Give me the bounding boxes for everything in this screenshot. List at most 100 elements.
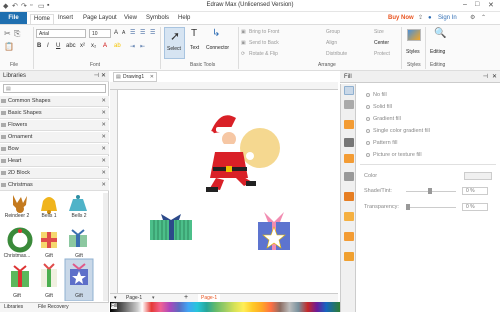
group-button[interactable]: Group <box>326 29 340 35</box>
category-bow[interactable]: Bow ✕ <box>0 144 109 155</box>
close-category-icon[interactable]: ✕ <box>101 96 106 106</box>
font-name-select[interactable]: Arial <box>36 29 86 38</box>
menu-page-layout[interactable]: Page Layout <box>83 14 117 24</box>
transparency-slider[interactable] <box>406 207 456 208</box>
menu-view[interactable]: View <box>124 14 137 24</box>
decrease-font-icon[interactable]: A <box>122 30 125 36</box>
settings-icon[interactable]: ⚙ <box>470 14 475 24</box>
star-gift-shape[interactable] <box>258 212 290 250</box>
category-common-shapes[interactable]: Common Shapes ✕ <box>0 96 109 107</box>
santa-shape[interactable] <box>204 115 280 192</box>
paste-icon[interactable]: 📋 <box>4 42 14 51</box>
close-category-icon[interactable]: ✕ <box>101 108 106 118</box>
cut-icon[interactable]: ✂ <box>4 29 11 38</box>
close-category-icon[interactable]: ✕ <box>101 180 106 190</box>
select-button[interactable]: ➚ Select <box>164 27 185 59</box>
library-scrollbar[interactable] <box>103 193 108 301</box>
fill-option-picture-fill[interactable]: Picture or texture fill <box>366 152 422 158</box>
page-menu-icon[interactable]: ▾ <box>114 294 117 302</box>
highlight-icon[interactable]: ab <box>114 43 121 49</box>
font-size-select[interactable]: 10 <box>89 29 111 38</box>
category-2d-block[interactable]: 2D Block ✕ <box>0 168 109 179</box>
subscript-icon[interactable]: x₂ <box>91 43 96 49</box>
strikethrough-icon[interactable]: abc <box>66 43 76 49</box>
category-basic-shapes[interactable]: Basic Shapes ✕ <box>0 108 109 119</box>
gift-shape-1[interactable] <box>41 232 57 248</box>
shadow-tool-icon[interactable] <box>344 120 354 129</box>
library-search-input[interactable]: ▤ <box>3 84 106 93</box>
buy-now-link[interactable]: Buy Now <box>388 14 414 24</box>
list-icon[interactable]: ☰ <box>150 29 155 36</box>
bold-icon[interactable]: B <box>37 43 41 49</box>
close-category-icon[interactable]: ✕ <box>101 132 106 142</box>
color-palette[interactable] <box>110 302 340 312</box>
pin-icon[interactable]: ⊣ <box>94 71 99 82</box>
menu-home[interactable]: Home <box>30 14 55 24</box>
menu-insert[interactable]: Insert <box>58 14 73 24</box>
center-button[interactable]: Center <box>374 40 389 46</box>
fill-option-no-fill[interactable]: No fill <box>366 92 387 98</box>
gift-shape-3[interactable] <box>11 265 29 287</box>
paragraph-icon[interactable]: ☰ <box>130 29 135 36</box>
add-page-button[interactable]: + <box>184 294 188 302</box>
menu-symbols[interactable]: Symbols <box>146 14 169 24</box>
fill-option-gradient-fill[interactable]: Gradient fill <box>366 116 401 122</box>
close-category-icon[interactable]: ✕ <box>101 168 106 178</box>
fill-tool-icon[interactable] <box>344 86 354 95</box>
distribute-button[interactable]: Distribute <box>326 51 347 57</box>
close-category-icon[interactable]: ✕ <box>101 156 106 166</box>
connector-button[interactable]: Connector <box>206 45 229 51</box>
align-icon[interactable]: ☰ <box>140 29 145 36</box>
collapse-ribbon-icon[interactable]: ⌃ <box>481 14 486 24</box>
image-tool-icon[interactable] <box>344 138 354 147</box>
styles-button[interactable]: Styles <box>406 49 420 55</box>
close-icon[interactable]: ✕ <box>488 1 494 9</box>
category-flowers[interactable]: Flowers ✕ <box>0 120 109 131</box>
close-document-icon[interactable]: ✕ <box>150 73 154 81</box>
fill-option-pattern-fill[interactable]: Pattern fill <box>366 140 397 146</box>
fill-option-single-color-gradient[interactable]: Single color gradient fill <box>366 128 430 134</box>
close-category-icon[interactable]: ✕ <box>101 144 106 154</box>
libraries-tab[interactable]: Libraries <box>4 303 23 312</box>
file-menu[interactable]: File <box>0 12 27 24</box>
close-category-icon[interactable]: ✕ <box>101 120 106 130</box>
font-color-icon[interactable]: A <box>103 43 107 49</box>
green-gift-shape[interactable] <box>150 214 192 240</box>
sign-in-link[interactable]: Sign In <box>438 14 457 24</box>
gift-shape-2[interactable] <box>69 229 87 247</box>
fill-option-solid-fill[interactable]: Solid fill <box>366 104 392 110</box>
gift-shape-4[interactable] <box>41 263 57 287</box>
bring-to-front-button[interactable]: Bring to Front <box>249 29 279 35</box>
comment-icon[interactable] <box>344 252 354 261</box>
outdent-icon[interactable]: ⇤ <box>140 43 145 50</box>
underline-icon[interactable]: U <box>56 43 60 49</box>
editing-button[interactable]: Editing <box>430 49 445 55</box>
shade-tint-input[interactable]: 0 % <box>462 187 488 195</box>
layers-icon[interactable] <box>344 172 354 181</box>
color-picker[interactable] <box>464 172 492 180</box>
italic-icon[interactable]: I <box>47 43 49 49</box>
page-tab[interactable]: Page-1 <box>126 294 142 302</box>
align-button[interactable]: Align <box>326 40 337 46</box>
page-dropdown-icon[interactable]: ▾ <box>152 294 155 302</box>
close-panel-icon[interactable]: ✕ <box>492 71 497 83</box>
minimize-icon[interactable]: – <box>463 1 467 8</box>
share-icon[interactable]: ⇪ <box>418 14 423 24</box>
hyperlink-icon[interactable] <box>344 212 354 221</box>
shade-slider-thumb[interactable] <box>428 188 432 194</box>
shape-data-icon[interactable] <box>344 154 354 163</box>
page-setup-icon[interactable] <box>344 192 354 201</box>
indent-icon[interactable]: ⇥ <box>130 43 135 50</box>
transparency-input[interactable]: 0 % <box>462 203 488 211</box>
maximize-icon[interactable]: □ <box>475 1 479 8</box>
superscript-icon[interactable]: x² <box>80 43 85 49</box>
category-heart[interactable]: Heart ✕ <box>0 156 109 167</box>
increase-font-icon[interactable]: A <box>114 30 118 36</box>
transparency-slider-thumb[interactable] <box>406 204 410 210</box>
menu-help[interactable]: Help <box>178 14 190 24</box>
file-recovery-tab[interactable]: File Recovery <box>38 303 69 312</box>
bells-2-shape[interactable] <box>69 195 87 211</box>
rotate-flip-button[interactable]: Rotate & Flip <box>249 51 278 57</box>
attachment-icon[interactable] <box>344 232 354 241</box>
drawing-canvas[interactable] <box>118 90 338 293</box>
